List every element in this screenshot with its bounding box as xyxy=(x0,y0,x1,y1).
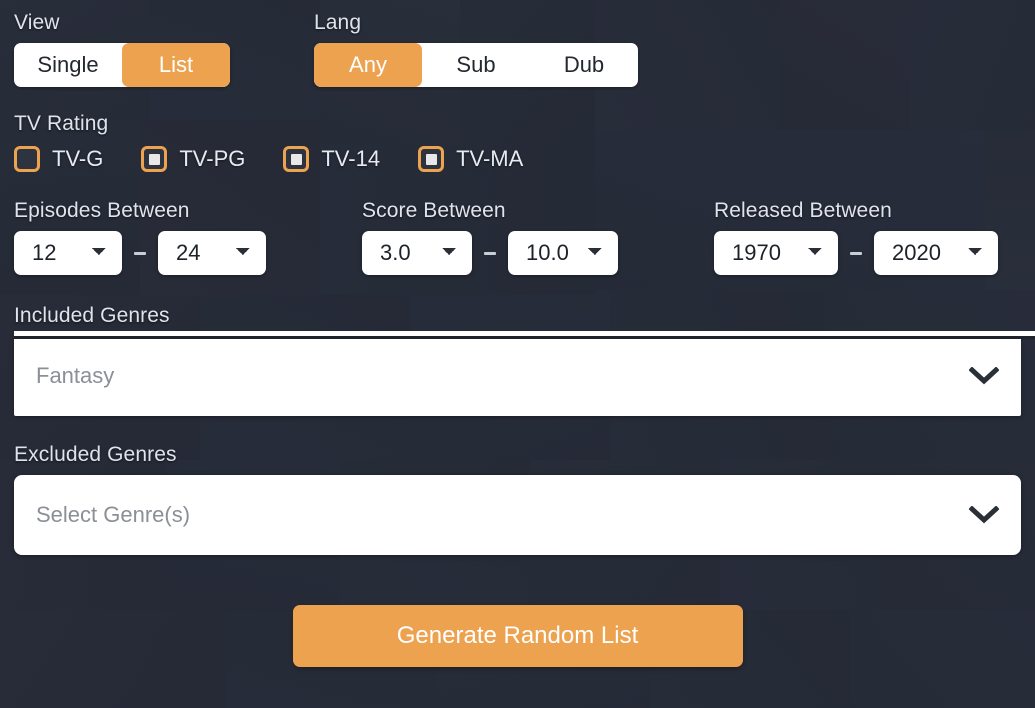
released-max-select[interactable]: 2020 xyxy=(874,231,998,275)
tv-rating-options: TV-G TV-PG TV-14 TV-MA xyxy=(14,146,1021,172)
lang-toggle-group[interactable]: Any Sub Dub xyxy=(314,43,638,87)
checkbox-icon[interactable] xyxy=(14,146,40,172)
released-min-select[interactable]: 1970 xyxy=(714,231,838,275)
score-between-label: Score Between xyxy=(362,199,506,222)
episodes-between-block: Episodes Between 12 24 xyxy=(14,200,266,275)
tv-rating-option-tv-14[interactable]: TV-14 xyxy=(283,146,380,172)
score-between-block: Score Between 3.0 10.0 xyxy=(362,200,618,275)
included-genres-label: Included Genres xyxy=(14,304,170,327)
tv-rating-option-label: TV-14 xyxy=(321,146,381,171)
anime-filter-form: View Single List Lang Any Sub Dub TV Rat… xyxy=(0,0,1035,667)
episodes-range-controls: 12 24 xyxy=(14,231,266,275)
episodes-min-select[interactable]: 12 xyxy=(14,231,122,275)
score-range-controls: 3.0 10.0 xyxy=(362,231,618,275)
released-between-block: Released Between 1970 2020 xyxy=(714,200,998,275)
excluded-genres-label: Excluded Genres xyxy=(14,443,177,466)
checkbox-icon[interactable] xyxy=(418,146,445,172)
view-toggle-group[interactable]: Single List xyxy=(14,43,230,87)
view-lang-row: View Single List Lang Any Sub Dub xyxy=(14,0,1021,87)
generate-random-list-button[interactable]: Generate Random List xyxy=(292,605,743,667)
excluded-genres-placeholder: Select Genre(s) xyxy=(36,502,191,527)
lang-label: Lang xyxy=(314,11,362,34)
checkbox-icon[interactable] xyxy=(141,146,168,172)
tv-rating-block: TV Rating TV-G TV-PG TV-14 TV-MA xyxy=(14,113,1021,172)
view-option-list[interactable]: List xyxy=(122,43,230,87)
excluded-genres-select[interactable]: Select Genre(s) xyxy=(14,475,1021,555)
checkbox-fill-icon xyxy=(425,153,437,165)
lang-option-any[interactable]: Any xyxy=(314,43,422,87)
tv-rating-option-label: TV-PG xyxy=(179,146,246,171)
view-filter-block: View Single List xyxy=(14,12,230,87)
score-min-select[interactable]: 3.0 xyxy=(362,231,472,275)
tv-rating-option-label: TV-G xyxy=(52,146,104,171)
tv-rating-option-tv-pg[interactable]: TV-PG xyxy=(141,146,245,172)
checkbox-icon[interactable] xyxy=(283,146,310,172)
generate-button-row: Generate Random List xyxy=(14,605,1021,667)
chevron-down-icon[interactable] xyxy=(969,367,999,385)
excluded-genres-wrap: Select Genre(s) xyxy=(14,475,1021,555)
score-max-select[interactable]: 10.0 xyxy=(508,231,618,275)
excluded-genres-block: Excluded Genres Select Genre(s) xyxy=(14,444,1021,555)
view-option-single[interactable]: Single xyxy=(14,43,122,87)
episodes-max-select[interactable]: 24 xyxy=(158,231,266,275)
tv-rating-option-tv-ma[interactable]: TV-MA xyxy=(418,146,523,172)
included-genres-placeholder: Fantasy xyxy=(36,363,115,388)
included-genres-block: Included Genres Fantasy xyxy=(14,304,1035,416)
released-range-controls: 1970 2020 xyxy=(714,231,998,275)
lang-option-sub[interactable]: Sub xyxy=(422,43,530,87)
tv-rating-option-label: TV-MA xyxy=(456,146,524,171)
included-genres-menu-divider xyxy=(14,336,1035,339)
score-range-separator xyxy=(484,251,496,255)
released-range-separator xyxy=(850,251,862,255)
tv-rating-option-tv-g[interactable]: TV-G xyxy=(14,146,103,172)
released-between-label: Released Between xyxy=(714,199,892,222)
included-genres-select[interactable]: Fantasy xyxy=(14,336,1021,416)
episodes-between-label: Episodes Between xyxy=(14,199,190,222)
chevron-down-icon[interactable] xyxy=(969,506,999,524)
episodes-range-separator xyxy=(134,251,146,255)
view-label: View xyxy=(14,11,60,34)
tv-rating-label: TV Rating xyxy=(14,112,109,135)
included-genres-wrap: Fantasy xyxy=(14,331,1035,416)
checkbox-fill-icon xyxy=(290,153,302,165)
checkbox-fill-icon xyxy=(148,153,160,165)
range-filters-row: Episodes Between 12 24 Score Between 3.0 xyxy=(14,200,1021,275)
lang-option-dub[interactable]: Dub xyxy=(530,43,638,87)
lang-filter-block: Lang Any Sub Dub xyxy=(314,12,638,87)
